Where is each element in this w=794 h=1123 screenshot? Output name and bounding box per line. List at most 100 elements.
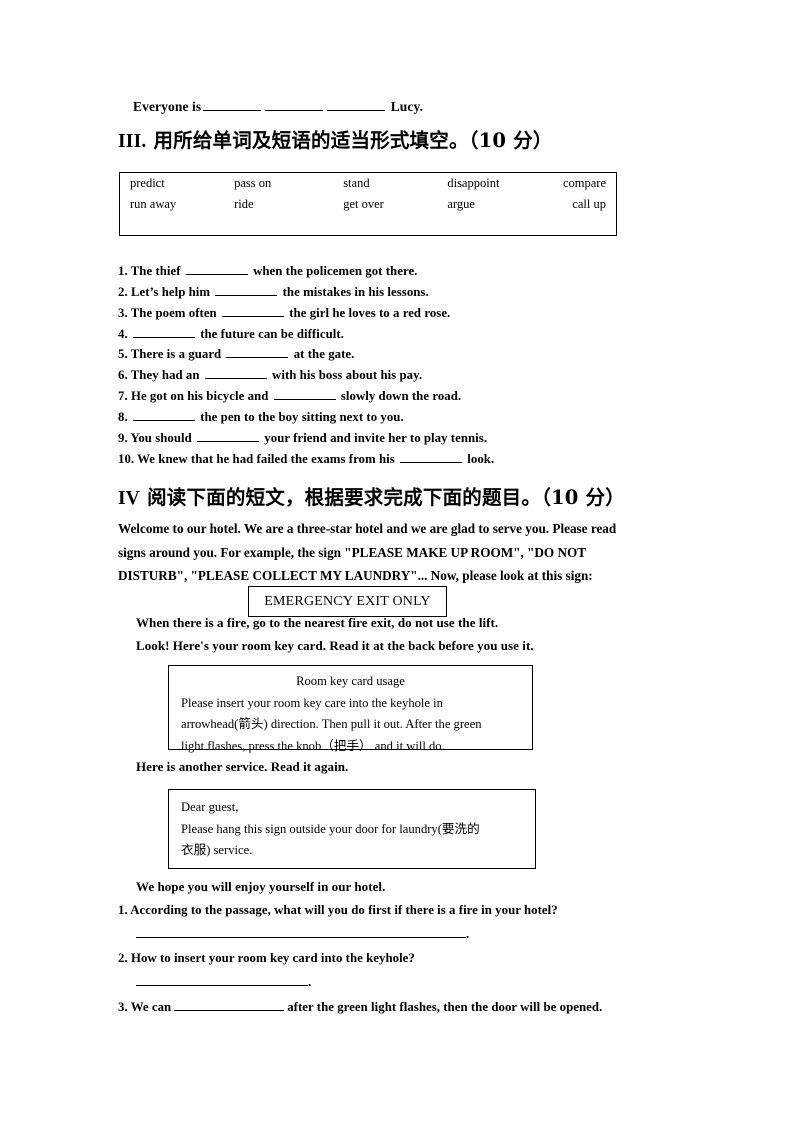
fill-question-blank[interactable] (132, 324, 195, 338)
reading-question-1: 1. According to the passage, what will y… (118, 903, 558, 918)
reading-question-2: 2. How to insert your room key card into… (118, 951, 415, 966)
fill-question-number: 5. (118, 347, 131, 362)
carryover-blank-2[interactable] (265, 97, 324, 111)
reading-question-1-text: According to the passage, what will you … (130, 903, 558, 917)
section-iv-heading-text: 阅读下面的短文，根据要求完成下面的题目。（10 分） (140, 486, 625, 509)
reading-question-1-number: 1. (118, 903, 128, 917)
fill-question-blank[interactable] (197, 429, 260, 442)
fill-question-5: 5. There is a guard at the gate. (118, 344, 688, 365)
fill-question-10: 10. We knew that he had failed the exams… (118, 449, 688, 470)
emergency-exit-sign: EMERGENCY EXIT ONLY (248, 586, 447, 617)
word-bank-cell: call up (572, 197, 606, 211)
reading-question-3-blank[interactable] (174, 999, 285, 1011)
fill-question-8: 8. the pen to the boy sitting next to yo… (118, 407, 688, 428)
word-bank-table: predict pass on stand disappoint compare… (120, 173, 616, 215)
word-bank-row: run away ride get over argue call up (120, 194, 616, 215)
word-bank-cell: disappoint (447, 176, 500, 190)
carryover-blank-3[interactable] (327, 97, 386, 111)
reading-question-3-before: We can (130, 999, 172, 1014)
fill-question-blank[interactable] (400, 449, 463, 463)
fill-question-text-after: look. (464, 451, 495, 466)
fill-question-text-after: your friend and invite her to play tenni… (261, 430, 488, 445)
word-bank-cell: get over (343, 197, 384, 211)
fill-question-number: 8. (118, 409, 131, 424)
fill-question-4: 4. the future can be difficult. (118, 324, 688, 345)
word-bank-cell: run away (130, 197, 177, 211)
fill-question-text-after: when the policemen got there. (249, 264, 418, 278)
laundry-service-box: Dear guest, Please hang this sign outsid… (168, 789, 536, 869)
fill-question-number: 10. (118, 451, 138, 466)
fill-question-text-before: The thief (130, 264, 184, 278)
reading-question-2-number: 2. (118, 951, 128, 965)
word-bank-cell: ride (234, 197, 254, 211)
fill-question-text-after: the girl he loves to a red rose. (285, 305, 451, 320)
section-iii-roman: III. (118, 131, 147, 152)
fill-question-3: 3. The poem often the girl he loves to a… (118, 303, 688, 324)
reading-answer-terminator-1: . (466, 926, 470, 941)
fill-question-number: 2. (118, 284, 131, 299)
room-key-card-usage-box: Room key card usage Please insert your r… (168, 665, 533, 753)
reading-answer-terminator-2: . (308, 974, 312, 989)
word-bank-cell: stand (343, 176, 370, 190)
laundry-box-salutation: Dear guest, (181, 800, 239, 814)
passage-line: signs around you. For example, the sign … (118, 544, 587, 560)
fill-question-number: 1. (118, 264, 131, 278)
word-bank-cell: predict (130, 176, 165, 190)
keycard-box-line: arrowhead(箭头) direction. Then pull it ou… (181, 717, 482, 732)
keycard-box-line: Please insert your room key care into th… (181, 695, 443, 710)
fill-question-blank[interactable] (132, 408, 195, 421)
section-iv-roman: IV (118, 488, 141, 509)
reading-question-2-text: How to insert your room key card into th… (130, 951, 415, 965)
passage-line: DISTURB", "PLEASE COLLECT MY LAUNDRY"...… (118, 568, 593, 583)
word-bank-row: predict pass on stand disappoint compare (120, 173, 616, 194)
word-bank-cell: compare (562, 176, 606, 190)
fill-question-text-after: slowly down the road. (337, 389, 462, 404)
reading-answer-line-2: . (136, 974, 311, 990)
fill-question-blank[interactable] (215, 283, 278, 296)
another-service-line: Here is another service. Read it again. (136, 759, 349, 774)
fill-question-2: 2. Let’s help him the mistakes in his le… (118, 282, 688, 303)
fill-question-blank[interactable] (273, 387, 336, 401)
fill-question-text-before: You should (130, 430, 196, 445)
fill-question-text-after: the future can be difficult. (196, 326, 344, 341)
fill-question-number: 9. (118, 430, 131, 445)
reading-passage: Welcome to our hotel. We are a three-sta… (118, 517, 675, 588)
fill-question-6: 6. They had an with his boss about his p… (118, 365, 688, 386)
fire-instruction-line: When there is a fire, go to the nearest … (136, 615, 499, 630)
carryover-question-line: Everyone is Lucy. (133, 97, 423, 115)
closing-line: We hope you will enjoy yourself in our h… (136, 879, 386, 894)
fill-question-text-after: at the gate. (290, 347, 355, 362)
word-bank-cell: argue (447, 197, 475, 211)
fill-question-text-before: There is a guard (130, 347, 225, 362)
fill-question-text-before: We knew that he had failed the exams fro… (137, 451, 399, 466)
keycard-box-body: Please insert your room key care into th… (181, 693, 520, 758)
fill-question-text-before: The poem often (130, 305, 220, 320)
carryover-suffix: Lucy. (390, 98, 424, 114)
fill-question-blank[interactable] (185, 262, 248, 275)
worksheet-page: Everyone is Lucy. III. 用所给单词及短语的适当形式填空。（… (0, 0, 794, 1123)
fill-question-blank[interactable] (204, 366, 267, 380)
passage-line: Welcome to our hotel. We are a three-sta… (118, 521, 617, 536)
reading-answer-blank-1[interactable] (136, 926, 466, 938)
fill-question-text-after: the mistakes in his lessons. (279, 284, 429, 299)
reading-answer-line-1: . (136, 926, 469, 942)
fill-question-1: 1. The thief when the policemen got ther… (118, 261, 688, 282)
carryover-blank-1[interactable] (203, 97, 262, 111)
reading-question-3-number: 3. (118, 999, 128, 1014)
section-iii-heading-text: 用所给单词及短语的适当形式填空。（10 分） (146, 129, 553, 152)
fill-question-text-before: They had an (130, 368, 203, 383)
section-iv-heading: IV 阅读下面的短文，根据要求完成下面的题目。（10 分） (118, 481, 625, 510)
fill-question-blank[interactable] (221, 304, 284, 317)
fill-question-text-after: with his boss about his pay. (268, 368, 423, 383)
laundry-box-line: Please hang this sign outside your door … (181, 821, 480, 836)
fill-question-text-before: Let’s help him (130, 284, 214, 299)
fill-question-text-after: the pen to the boy sitting next to you. (196, 409, 404, 424)
emergency-exit-sign-label: EMERGENCY EXIT ONLY (264, 593, 431, 609)
fill-question-number: 3. (118, 305, 131, 320)
fill-question-blank[interactable] (226, 345, 289, 359)
reading-answer-blank-2[interactable] (136, 974, 308, 986)
keycard-intro-line: Look! Here's your room key card. Read it… (136, 638, 534, 653)
laundry-box-body: Please hang this sign outside your door … (181, 819, 523, 862)
fill-question-9: 9. You should your friend and invite her… (118, 428, 688, 449)
word-bank-box: predict pass on stand disappoint compare… (119, 172, 617, 236)
